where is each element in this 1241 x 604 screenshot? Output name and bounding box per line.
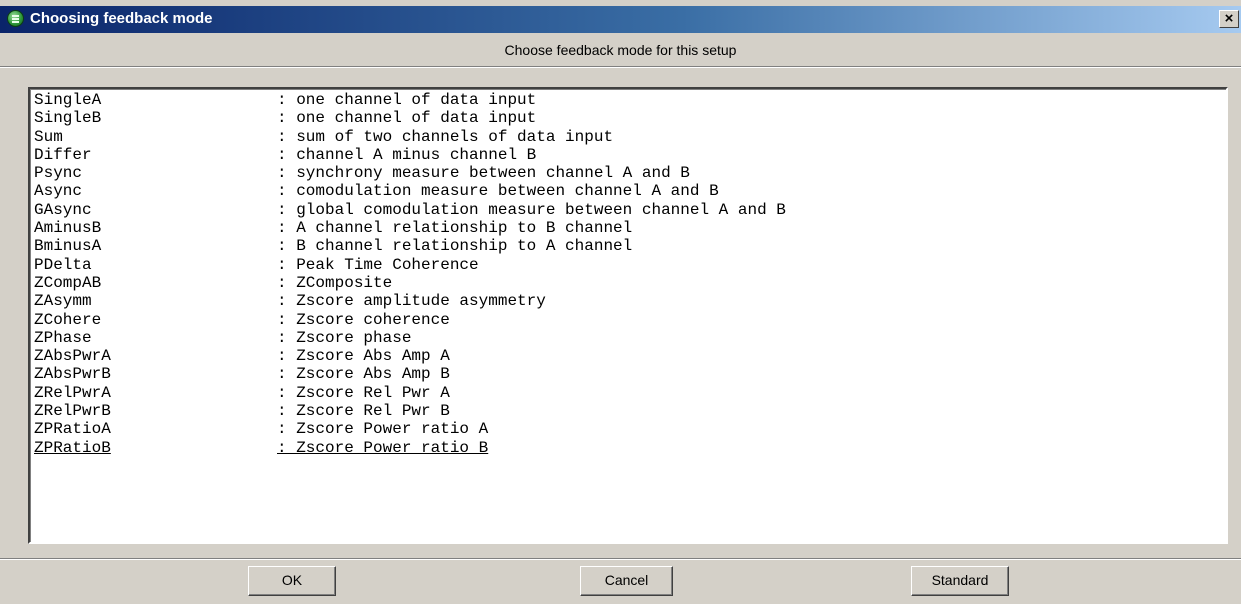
mode-name: ZAsymm: [34, 292, 92, 311]
cancel-button[interactable]: Cancel: [580, 566, 673, 596]
mode-name: ZCohere: [34, 310, 102, 329]
list-item[interactable]: ZCompAB : ZComposite: [34, 274, 1222, 292]
mode-name: ZRelPwrB: [34, 402, 111, 421]
close-icon[interactable]: ×: [1219, 10, 1239, 28]
standard-button[interactable]: Standard: [911, 566, 1009, 596]
mode-description: : Zscore Rel Pwr A: [277, 383, 450, 402]
window-title: Choosing feedback mode: [30, 10, 213, 27]
mode-name: SingleB: [34, 109, 102, 128]
mode-name: Async: [34, 182, 83, 201]
mode-description: : Zscore Abs Amp A: [277, 347, 450, 366]
mode-description: : one channel of data input: [277, 109, 537, 128]
mode-name: ZPhase: [34, 328, 92, 347]
list-item[interactable]: SingleA : one channel of data input: [34, 91, 1222, 109]
mode-name: BminusA: [34, 237, 102, 256]
list-item[interactable]: ZRelPwrB : Zscore Rel Pwr B: [34, 402, 1222, 420]
divider: [0, 558, 1241, 560]
mode-description: : ZComposite: [277, 273, 393, 292]
feedback-mode-list-items: SingleA: one channel of data input Single…: [34, 91, 1222, 457]
app-icon: [7, 10, 24, 27]
mode-description: : A channel relationship to B channel: [277, 219, 633, 238]
mode-name: Differ: [34, 145, 92, 164]
list-item[interactable]: GAsync : global comodulation measure betw…: [34, 201, 1222, 219]
feedback-mode-list[interactable]: SingleA: one channel of data input Single…: [28, 87, 1228, 544]
list-item[interactable]: Psync : synchrony measure between channel…: [34, 164, 1222, 182]
mode-description: : Zscore Rel Pwr B: [277, 402, 450, 421]
mode-description: : Zscore phase: [277, 328, 412, 347]
title-bar[interactable]: Choosing feedback mode ×: [0, 6, 1241, 33]
mode-description: : Peak Time Coherence: [277, 255, 479, 274]
list-item[interactable]: ZPhase : Zscore phase: [34, 329, 1222, 347]
mode-name: ZCompAB: [34, 273, 102, 292]
list-item[interactable]: PDelta : Peak Time Coherence: [34, 256, 1222, 274]
ok-button[interactable]: OK: [248, 566, 336, 596]
list-item[interactable]: SingleB : one channel of data input: [34, 109, 1222, 127]
mode-description: : Zscore amplitude asymmetry: [277, 292, 546, 311]
mode-description: : synchrony measure between channel A an…: [277, 164, 690, 183]
list-item[interactable]: Sum : sum of two channels of data input: [34, 128, 1222, 146]
mode-name: PDelta: [34, 255, 92, 274]
mode-name: AminusB: [34, 219, 102, 238]
divider: [0, 66, 1241, 68]
mode-name: ZPRatioA: [34, 420, 111, 439]
list-item[interactable]: ZPRatioA : Zscore Power ratio A: [34, 420, 1222, 438]
mode-description: : comodulation measure between channel A…: [277, 182, 719, 201]
list-item[interactable]: Differ : channel A minus channel B: [34, 146, 1222, 164]
mode-name: GAsync: [34, 200, 92, 219]
list-item[interactable]: ZPRatioB : Zscore Power ratio B: [34, 439, 1222, 457]
mode-name: ZAbsPwrB: [34, 365, 111, 384]
mode-description: : sum of two channels of data input: [277, 127, 614, 146]
list-item[interactable]: ZAbsPwrA : Zscore Abs Amp A: [34, 347, 1222, 365]
mode-description: : Zscore Power ratio A: [277, 420, 489, 439]
list-item[interactable]: BminusA : B channel relationship to A cha…: [34, 237, 1222, 255]
dialog-window: Choosing feedback mode × Choose feedback…: [0, 0, 1241, 604]
mode-name: ZPRatioB: [34, 438, 111, 457]
list-item[interactable]: Async : comodulation measure between chan…: [34, 182, 1222, 200]
list-item[interactable]: ZAbsPwrB : Zscore Abs Amp B: [34, 365, 1222, 383]
mode-description: : Zscore Abs Amp B: [277, 365, 450, 384]
dialog-instruction: Choose feedback mode for this setup: [504, 42, 737, 58]
list-item[interactable]: ZCohere : Zscore coherence: [34, 311, 1222, 329]
mode-name: ZAbsPwrA: [34, 347, 111, 366]
mode-name: ZRelPwrA: [34, 383, 111, 402]
mode-description: : Zscore coherence: [277, 310, 450, 329]
mode-description: : Zscore Power ratio B: [277, 438, 489, 457]
mode-description: : channel A minus channel B: [277, 145, 537, 164]
list-item[interactable]: ZAsymm : Zscore amplitude asymmetry: [34, 292, 1222, 310]
mode-name: Psync: [34, 164, 83, 183]
list-item[interactable]: ZRelPwrA : Zscore Rel Pwr A: [34, 384, 1222, 402]
mode-description: : one channel of data input: [277, 91, 537, 109]
list-item[interactable]: AminusB : A channel relationship to B cha…: [34, 219, 1222, 237]
mode-name: SingleA: [34, 91, 102, 109]
mode-description: : global comodulation measure between ch…: [277, 200, 786, 219]
mode-description: : B channel relationship to A channel: [277, 237, 633, 256]
mode-name: Sum: [34, 127, 63, 146]
